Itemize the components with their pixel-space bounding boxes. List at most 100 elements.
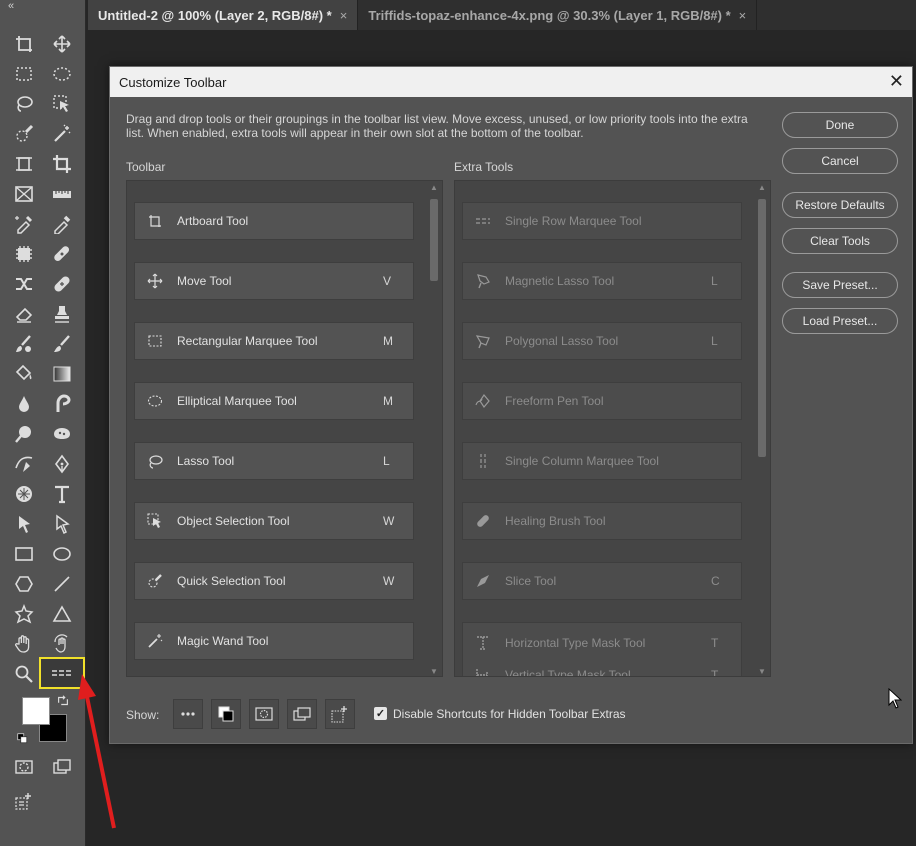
artboard-tool-icon[interactable]: [11, 31, 37, 57]
scroll-up-icon[interactable]: ▲: [757, 183, 767, 192]
toolbar-list-item[interactable]: Object Selection Tool W: [134, 502, 414, 540]
collapse-panel-icon[interactable]: «: [8, 0, 14, 12]
move-tool-icon[interactable]: [49, 31, 75, 57]
document-tab[interactable]: Triffids-topaz-enhance-4x.png @ 30.3% (L…: [358, 0, 758, 30]
tool-name: Artboard Tool: [177, 214, 249, 228]
scroll-down-icon[interactable]: ▼: [429, 667, 439, 676]
extra-list-scrollbar[interactable]: ▲ ▼: [757, 183, 767, 676]
show-screen-mode-icon[interactable]: [287, 699, 317, 729]
rectangular-marquee-icon[interactable]: [11, 61, 37, 87]
smudge-icon[interactable]: [49, 391, 75, 417]
toolbar-list-item[interactable]: Artboard Tool: [134, 202, 414, 240]
sponge-icon[interactable]: [49, 421, 75, 447]
default-colors-icon[interactable]: [15, 731, 31, 747]
toolbar-list-item[interactable]: Rectangular Marquee Tool M: [134, 322, 414, 360]
extra-tool-subitem[interactable]: Horizontal Type Mask Tool T: [463, 633, 741, 653]
cancel-button[interactable]: Cancel: [782, 148, 898, 174]
toolbar-list-item[interactable]: Quick Selection Tool W: [134, 562, 414, 600]
edit-toolbar-icon[interactable]: [11, 788, 37, 814]
zoom-icon[interactable]: [11, 661, 37, 687]
load-preset-button[interactable]: Load Preset...: [782, 308, 898, 334]
hand-icon[interactable]: [11, 631, 37, 657]
dodge-icon[interactable]: [11, 421, 37, 447]
clear-tools-button[interactable]: Clear Tools: [782, 228, 898, 254]
crop-tool-icon[interactable]: [49, 151, 75, 177]
disable-shortcuts-checkbox[interactable]: ✓: [374, 707, 387, 720]
save-preset-button[interactable]: Save Preset...: [782, 272, 898, 298]
blur-icon[interactable]: [11, 391, 37, 417]
lasso-icon[interactable]: [11, 91, 37, 117]
disable-shortcuts-label[interactable]: Disable Shortcuts for Hidden Toolbar Ext…: [393, 707, 626, 721]
close-tab-icon[interactable]: ×: [739, 8, 747, 23]
pen-icon[interactable]: [49, 451, 75, 477]
eyedropper-icon[interactable]: [49, 211, 75, 237]
toolbar-list[interactable]: Artboard Tool Move Tool V Rectangular Ma…: [126, 180, 443, 677]
clone-stamp-icon[interactable]: [49, 301, 75, 327]
tool-name: Slice Tool: [505, 574, 557, 588]
custom-shape-icon[interactable]: [11, 601, 37, 627]
eraser-icon[interactable]: [11, 301, 37, 327]
spot-healing-icon[interactable]: [49, 241, 75, 267]
toolbar-list-item[interactable]: Lasso Tool L: [134, 442, 414, 480]
show-extra-tools-icon[interactable]: [173, 699, 203, 729]
toolbar-list-item[interactable]: Magic Wand Tool: [134, 622, 414, 660]
scroll-thumb[interactable]: [430, 199, 438, 281]
extra-tool-item[interactable]: Single Row Marquee Tool: [462, 202, 742, 240]
brush-icon[interactable]: [49, 331, 75, 357]
tool-name: Freeform Pen Tool: [505, 394, 604, 408]
generative-icon[interactable]: [11, 481, 37, 507]
show-edit-toolbar-icon[interactable]: [325, 699, 355, 729]
extra-tool-item[interactable]: Freeform Pen Tool: [462, 382, 742, 420]
extra-tool-group[interactable]: Horizontal Type Mask Tool T Vertical Typ…: [462, 622, 742, 676]
scroll-thumb[interactable]: [758, 199, 766, 457]
object-selection-icon[interactable]: [49, 91, 75, 117]
restore-defaults-button[interactable]: Restore Defaults: [782, 192, 898, 218]
content-aware-move-icon[interactable]: [11, 271, 37, 297]
type-icon[interactable]: [49, 481, 75, 507]
show-quick-mask-icon[interactable]: [249, 699, 279, 729]
mixer-brush-icon[interactable]: [11, 331, 37, 357]
scroll-up-icon[interactable]: ▲: [429, 183, 439, 192]
ellipse-icon[interactable]: [49, 541, 75, 567]
close-icon[interactable]: ✕: [889, 71, 904, 92]
toolbar-list-item[interactable]: Move Tool V: [134, 262, 414, 300]
color-sampler-icon[interactable]: [11, 211, 37, 237]
healing-brush-icon[interactable]: [49, 271, 75, 297]
rectangle-icon[interactable]: [11, 541, 37, 567]
freeform-pen-icon: [473, 391, 493, 411]
elliptical-marquee-icon[interactable]: [49, 61, 75, 87]
triangle-icon[interactable]: [49, 601, 75, 627]
gradient-icon[interactable]: [49, 361, 75, 387]
extra-tool-item[interactable]: Single Column Marquee Tool: [462, 442, 742, 480]
crop-frame-icon[interactable]: [11, 151, 37, 177]
extra-tools-list[interactable]: Single Row Marquee Tool Magnetic Lasso T…: [454, 180, 771, 677]
paint-bucket-icon[interactable]: [11, 361, 37, 387]
polygon-icon[interactable]: [11, 571, 37, 597]
swap-colors-icon[interactable]: [55, 693, 71, 709]
direct-selection-icon[interactable]: [49, 511, 75, 537]
scroll-down-icon[interactable]: ▼: [757, 667, 767, 676]
extra-tool-item[interactable]: Slice Tool C: [462, 562, 742, 600]
toolbar-list-scrollbar[interactable]: ▲ ▼: [429, 183, 439, 676]
line-icon[interactable]: [49, 571, 75, 597]
dialog-titlebar: Customize Toolbar ✕: [110, 67, 912, 97]
done-button[interactable]: Done: [782, 112, 898, 138]
magic-wand-icon[interactable]: [49, 121, 75, 147]
foreground-color-swatch[interactable]: [22, 697, 50, 725]
show-default-colors-icon[interactable]: [211, 699, 241, 729]
close-tab-icon[interactable]: ×: [340, 8, 348, 23]
quick-selection-icon[interactable]: [11, 121, 37, 147]
path-selection-icon[interactable]: [11, 511, 37, 537]
frame-tool-icon[interactable]: [11, 181, 37, 207]
ruler-icon[interactable]: [49, 181, 75, 207]
extra-tool-item[interactable]: Healing Brush Tool: [462, 502, 742, 540]
quick-mask-icon[interactable]: [11, 754, 37, 780]
rotate-view-icon[interactable]: [49, 631, 75, 657]
extra-tool-subitem[interactable]: Vertical Type Mask Tool T: [463, 665, 741, 676]
document-tab-active[interactable]: Untitled-2 @ 100% (Layer 2, RGB/8#) * ×: [88, 0, 359, 30]
extra-tool-item[interactable]: Polygonal Lasso Tool L: [462, 322, 742, 360]
toolbar-list-item[interactable]: Elliptical Marquee Tool M: [134, 382, 414, 420]
extra-tool-item[interactable]: Magnetic Lasso Tool L: [462, 262, 742, 300]
curvature-pen-icon[interactable]: [11, 451, 37, 477]
remove-tool-icon[interactable]: [11, 241, 37, 267]
